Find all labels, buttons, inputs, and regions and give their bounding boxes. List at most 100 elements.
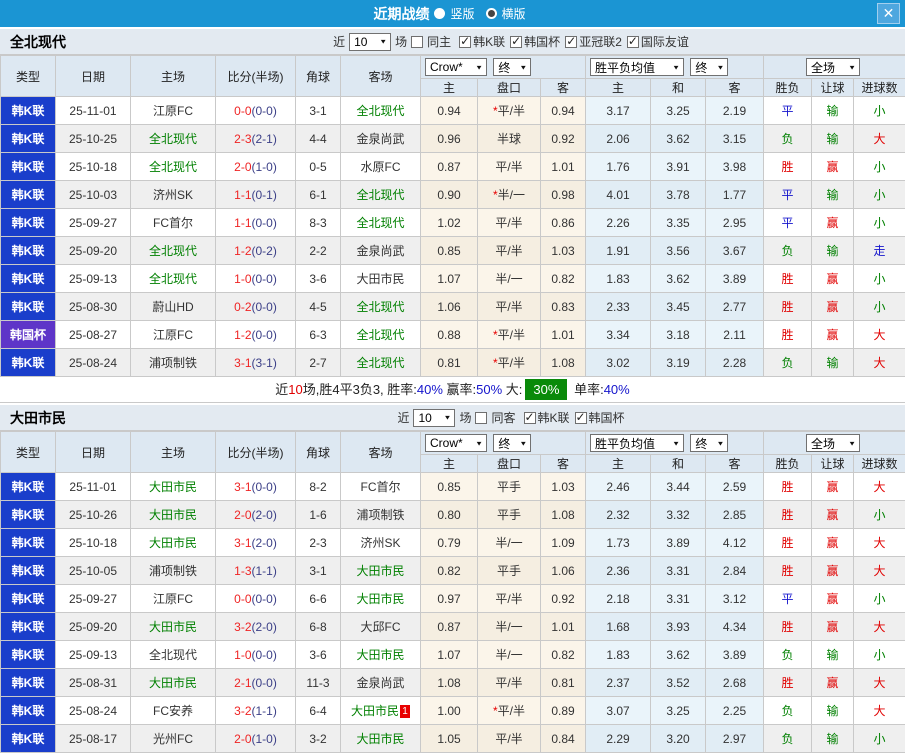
away-team-cell: 大田市民 (340, 556, 421, 585)
avg-final-value: 终 (695, 60, 708, 75)
horizontal-layout-label[interactable]: 横版 (502, 5, 526, 22)
league-checkbox[interactable] (626, 34, 639, 48)
halftime-score: (0-0) (251, 675, 277, 690)
vertical-layout-radio[interactable] (434, 8, 446, 19)
home-team-cell: 江原FC (130, 96, 216, 125)
games-label: 场 (395, 35, 408, 49)
home-team: FC安养 (153, 704, 193, 718)
handicap-home-odds: 1.02 (420, 208, 478, 237)
chevron-down-icon: ▼ (672, 439, 681, 447)
handicap-line-text: 平/半 (495, 732, 523, 746)
corner-score: 8-3 (295, 208, 341, 237)
match-date: 25-09-20 (55, 236, 131, 265)
corner-score: 2-3 (295, 528, 341, 557)
bookmaker-select[interactable]: Crow* ▼ (425, 434, 487, 452)
result-wdl: 负 (763, 124, 813, 153)
result-goals-text: 小 (873, 592, 886, 606)
avg-draw-odds: 3.25 (650, 96, 707, 125)
avg-final-select[interactable]: 终 ▼ (690, 58, 729, 76)
games-count-select[interactable]: 10 ▼ (413, 408, 456, 427)
avg-away-odds: 3.12 (705, 584, 765, 613)
col-header-corner: 角球 (295, 431, 341, 473)
result-wdl: 胜 (763, 528, 813, 557)
corner-score: 3-6 (295, 264, 341, 293)
away-team: 大田市民 (356, 648, 405, 662)
handicap-line-text: 平手 (496, 564, 521, 578)
score-cell: 3-1(3-1) (215, 348, 296, 377)
away-team-cell: 全北现代 (340, 180, 421, 209)
home-team-cell: 浦项制铁 (130, 348, 216, 377)
col-header-score: 比分(半场) (215, 431, 296, 473)
result-goals: 小 (853, 208, 905, 237)
same-venue-checkbox[interactable] (411, 35, 424, 48)
handicap-final-select[interactable]: 终 ▼ (493, 434, 532, 452)
avg-type-select[interactable]: 胜平负均值 ▼ (590, 434, 685, 452)
result-handicap: 输 (811, 696, 855, 725)
fulltime-score: 1-0 (234, 271, 252, 286)
vertical-layout-label[interactable]: 竖版 (450, 5, 474, 22)
bookmaker-select[interactable]: Crow* ▼ (425, 58, 487, 76)
result-goals-text: 大 (873, 704, 886, 718)
period-select[interactable]: 全场 ▼ (806, 434, 861, 452)
avg-away-odds: 2.68 (705, 668, 765, 697)
home-team: 全北现代 (148, 244, 197, 258)
result-wdl-text: 负 (781, 732, 794, 746)
avg-draw-odds: 3.31 (650, 556, 707, 585)
avg-type-value: 胜平负均值 (595, 60, 656, 75)
sections-container: 全北现代 近 10 ▼ 场 同主 韩K联韩国杯亚冠联2国际友谊 (0, 27, 905, 753)
handicap-line-text: 平/半 (495, 244, 523, 258)
subcol-handicap-away: 客 (539, 454, 587, 473)
league-checkbox[interactable] (565, 34, 578, 48)
chevron-down-icon: ▼ (475, 439, 483, 447)
fulltime-score: 0-2 (234, 299, 252, 314)
avg-away-odds: 2.77 (705, 292, 765, 321)
match-row: 韩K联 25-11-01 江原FC 0-0(0-0) 3-1 全北现代 0.94 *平/半 0.… (0, 96, 905, 125)
league-checkbox[interactable] (523, 410, 536, 424)
chevron-down-icon: ▼ (475, 63, 483, 71)
home-team: 光州FC (153, 732, 193, 746)
avg-type-select[interactable]: 胜平负均值 ▼ (590, 58, 685, 76)
chevron-down-icon: ▼ (519, 63, 528, 71)
result-goals: 大 (853, 556, 905, 585)
handicap-away-odds: 0.86 (539, 208, 587, 237)
result-goals: 大 (853, 320, 905, 349)
league-label: 国际友谊 (640, 35, 689, 49)
league-label: 韩国杯 (588, 411, 625, 425)
away-team-cell: 金泉尚武 (340, 236, 421, 265)
avg-home-odds: 4.01 (585, 180, 652, 209)
halftime-score: (2-0) (251, 535, 277, 550)
corner-score: 2-2 (295, 236, 341, 265)
titlebar: 近期战绩 竖版 横版 ✕ (0, 0, 905, 27)
home-team: 江原FC (153, 592, 193, 606)
handicap-away-odds: 0.92 (539, 124, 587, 153)
league-checkbox[interactable] (459, 34, 472, 48)
away-team-cell: 浦项制铁 (340, 500, 421, 529)
home-team-cell: 全北现代 (130, 236, 216, 265)
matches-table: 类型 日期 主场 比分(半场) 角球 客场 Crow* ▼ 终 ▼ 胜平负均值 … (0, 431, 905, 753)
league-checkbox[interactable] (510, 34, 523, 48)
corner-score: 4-5 (295, 292, 341, 321)
match-row: 韩K联 25-09-27 FC首尔 1-1(0-0) 8-3 全北现代 1.02 平/半 0.8… (0, 208, 905, 237)
horizontal-layout-radio[interactable] (485, 8, 497, 19)
handicap-final-value: 终 (498, 60, 511, 75)
score-cell: 0-0(0-0) (215, 584, 296, 613)
same-venue-checkbox[interactable] (475, 411, 488, 424)
result-goals: 小 (853, 584, 905, 613)
home-team: 全北现代 (148, 272, 197, 286)
match-date: 25-09-13 (55, 640, 131, 669)
summary-part: 大: (502, 382, 523, 397)
handicap-home-odds: 0.96 (420, 124, 478, 153)
away-team-cell: 大田市民 (340, 584, 421, 613)
home-team: 全北现代 (148, 132, 197, 146)
col-header-away: 客场 (340, 55, 421, 97)
match-date: 25-11-01 (55, 472, 131, 501)
close-button[interactable]: ✕ (877, 3, 900, 24)
handicap-final-select[interactable]: 终 ▼ (493, 58, 532, 76)
result-wdl-text: 胜 (781, 564, 794, 578)
col-header-date: 日期 (55, 431, 131, 473)
league-checkbox[interactable] (574, 410, 587, 424)
games-count-select[interactable]: 10 ▼ (349, 32, 392, 51)
period-select[interactable]: 全场 ▼ (806, 58, 861, 76)
avg-final-select[interactable]: 终 ▼ (690, 434, 729, 452)
team-section: 大田市民 近 10 ▼ 场 同客 韩K联 韩国杯 (0, 403, 905, 753)
